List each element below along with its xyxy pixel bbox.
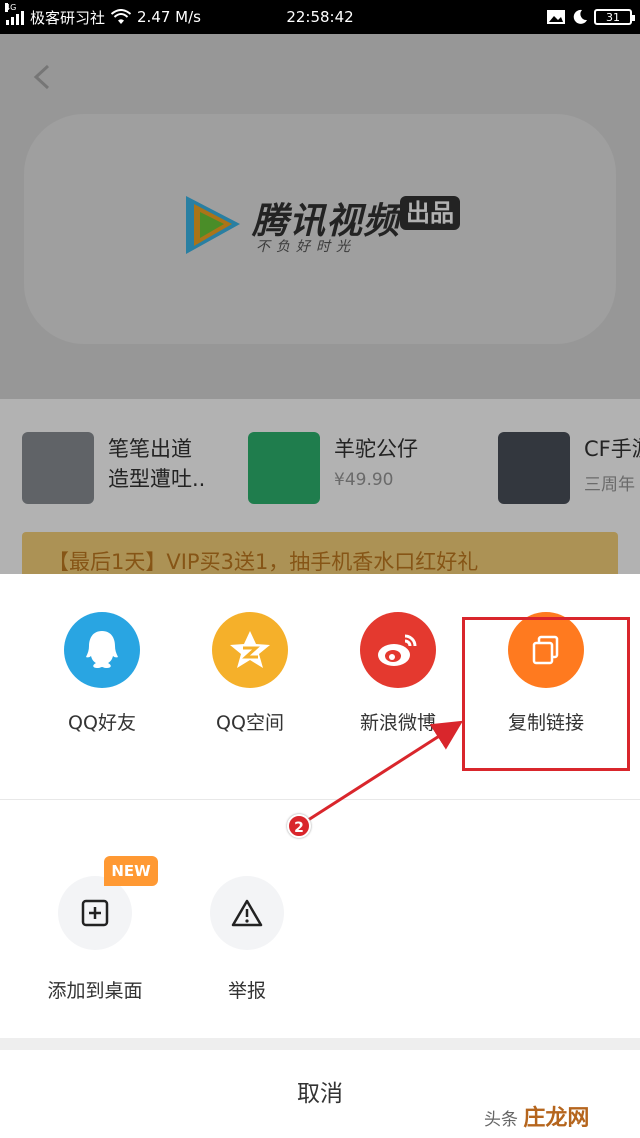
share-weibo[interactable]: 新浪微博 [324,612,472,772]
tools-row: 添加到桌面 举报 NEW [0,800,640,1038]
qzone-icon [212,612,288,688]
add-to-desktop-icon [58,876,132,950]
share-label: 新浪微博 [359,712,436,734]
tool-label: 举报 [227,980,266,1002]
weibo-icon [360,612,436,688]
sheet-divider [0,1038,640,1050]
share-qq-friend[interactable]: QQ好友 [28,612,176,772]
status-right: 31 [546,0,635,34]
dim-overlay[interactable] [0,34,640,574]
image-notification-icon [547,10,565,24]
qq-icon [64,612,140,688]
status-bar: 4G 极客研习社 2.47 M/s 22:58:42 31 [0,0,640,34]
share-label: QQ空间 [216,712,284,734]
step-badge: 2 [287,814,311,838]
status-time: 22:58:42 [286,8,354,26]
tool-label: 添加到桌面 [47,980,143,1002]
report-button[interactable]: 举报 [172,876,322,1026]
share-qzone[interactable]: QQ空间 [176,612,324,772]
add-to-desktop-button[interactable]: 添加到桌面 [20,876,170,1026]
battery-level: 31 [606,10,620,24]
watermark-brand: 庄龙网 [523,1106,590,1131]
moon-icon [573,9,587,24]
watermark: 头条 庄龙网 [484,1100,636,1131]
battery-icon: 31 [594,9,635,25]
highlight-box [462,617,630,771]
watermark-prefix: 头条 [484,1110,518,1130]
new-badge: NEW [104,856,158,886]
report-icon [210,876,284,950]
share-label: QQ好友 [68,712,136,734]
